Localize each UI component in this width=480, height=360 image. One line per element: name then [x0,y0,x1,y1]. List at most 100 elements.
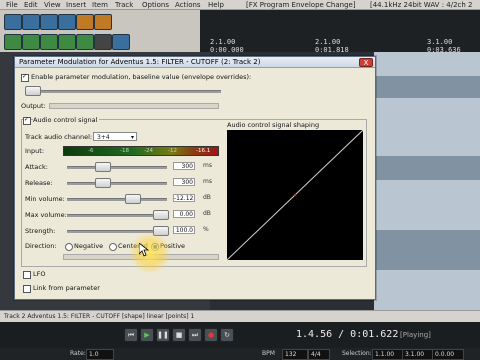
link-parameter-checkbox[interactable] [23,285,31,293]
menu-file[interactable]: File [6,1,18,9]
mouse-pointer-icon [139,243,149,257]
crossfade-icon[interactable] [112,34,130,50]
pause-button[interactable]: ❚❚ [156,328,170,342]
new-project-icon[interactable] [4,14,22,30]
release-slider[interactable] [67,182,167,185]
max-volume-unit: dB [203,210,211,217]
cursor-highlight [127,233,173,273]
release-value[interactable]: 300 [173,178,195,186]
audio-control-checkbox[interactable] [23,116,31,125]
menu-track[interactable]: Track [115,1,133,9]
meter-peak: -16.1 [196,148,211,154]
item-grouping-icon[interactable] [76,34,94,50]
output-label: Output: [21,102,46,110]
go-to-start-button[interactable]: ⏮ [124,328,138,342]
selection-start-field[interactable]: 1.1.00 [372,349,404,360]
menu-insert[interactable]: Insert [66,1,86,9]
min-volume-slider[interactable] [67,198,167,201]
bottom-bar: Rate: 1.0 BPM 132 4/4 Selection: 1.1.00 … [0,348,480,360]
track-lane[interactable] [374,126,480,157]
input-label: Input: [25,147,45,155]
meter-tick: -12 [168,148,177,154]
max-volume-slider[interactable] [67,214,167,217]
release-unit: ms [203,178,212,185]
input-meter: -6 -18 -24 -12 -16.1 [63,146,219,156]
strength-unit: % [203,226,209,233]
play-button[interactable]: ▶ [140,328,154,342]
direction-negative-radio[interactable] [65,243,73,251]
selection-end-field[interactable]: 3.1.00 [402,349,434,360]
save-project-icon[interactable] [40,14,58,30]
undo-icon[interactable] [76,14,94,30]
menu-edit[interactable]: Edit [24,1,38,9]
metronome-icon[interactable] [4,34,22,50]
play-state: [Playing] [400,331,431,339]
time-signature-field[interactable]: 4/4 [308,349,330,360]
track-channel-select[interactable]: 3+4 ▾ [93,132,137,141]
rate-label: Rate: [70,350,86,357]
repeat-button[interactable]: ↻ [220,328,234,342]
stop-button[interactable]: ■ [172,328,186,342]
attack-value[interactable]: 300 [173,162,195,170]
track-lane[interactable] [374,270,480,311]
lfo-checkbox[interactable] [23,271,31,279]
timeline-marker: 2.1.00 0:01.818 [315,38,349,54]
grid-icon[interactable] [40,34,58,50]
shaping-curve [226,129,364,261]
release-slider-thumb[interactable] [95,178,111,188]
ripple-edit-icon[interactable] [58,34,76,50]
lfo-label: LFO [33,270,46,278]
link-parameter-label: Link from parameter [33,284,100,292]
open-project-icon[interactable] [22,14,40,30]
attack-slider-thumb[interactable] [95,162,111,172]
menu-options[interactable]: Options [142,1,169,9]
track-channel-label: Track audio channel: [25,133,93,141]
track-lane[interactable] [374,98,480,127]
position-display: 1.4.56 / 0:01.622 [296,329,399,340]
format-info: [44.1kHz 24bit WAV : 4/2ch 2 [370,1,473,9]
menu-view[interactable]: View [44,1,61,9]
bpm-field[interactable]: 132 [282,349,308,360]
go-to-end-button[interactable]: ⏭ [188,328,202,342]
status-line: Track 2 Adventus 1.5: FILTER - CUTOFF [s… [0,310,480,322]
track-lane[interactable] [374,180,480,231]
project-settings-icon[interactable] [58,14,76,30]
min-volume-slider-thumb[interactable] [125,194,141,204]
timeline-ruler[interactable]: 2.1.00 0:00.000 2.1.00 0:01.818 3.1.00 0:03… [200,10,480,54]
redo-icon[interactable] [94,14,112,30]
attack-label: Attack: [25,163,48,171]
max-volume-slider-thumb[interactable] [153,210,169,220]
dialog-titlebar[interactable]: Parameter Modulation for Adventus 1.5: F… [15,57,375,68]
max-volume-value[interactable]: 0.00 [173,210,195,218]
release-label: Release: [25,179,53,187]
timeline-marker: 2.1.00 0:00.000 [210,38,244,54]
snap-icon[interactable] [22,34,40,50]
main-toolbar [0,10,200,52]
track-lane[interactable] [374,230,480,271]
max-volume-label: Max volume: [25,211,67,219]
shaping-graph[interactable] [226,129,364,261]
record-button[interactable]: ● [204,328,218,342]
strength-value[interactable]: 100.0 [173,226,195,234]
close-button[interactable]: X [359,58,373,67]
enable-modulation-checkbox[interactable] [21,73,29,82]
baseline-slider-thumb[interactable] [25,86,41,96]
track-lane[interactable] [374,52,480,77]
rate-field[interactable]: 1.0 [86,349,114,360]
track-lane[interactable] [374,76,480,99]
meter-tick: -24 [144,148,153,154]
menu-help[interactable]: Help [208,1,224,9]
status-text: Track 2 Adventus 1.5: FILTER - CUTOFF [s… [4,313,195,320]
track-lane[interactable] [374,156,480,181]
arrange-view[interactable] [374,52,480,324]
envelope-lock-icon[interactable] [94,34,112,50]
menu-actions[interactable]: Actions [175,1,201,9]
strength-label: Strength: [25,227,56,235]
direction-centered-radio[interactable] [109,243,117,251]
selection-length-field[interactable]: 0.0.00 [432,349,464,360]
min-volume-value[interactable]: -12.12 [173,194,195,202]
baseline-slider[interactable] [25,90,221,93]
menu-item[interactable]: Item [92,1,108,9]
attack-slider[interactable] [67,166,167,169]
parameter-modulation-dialog: Parameter Modulation for Adventus 1.5: F… [14,56,376,300]
